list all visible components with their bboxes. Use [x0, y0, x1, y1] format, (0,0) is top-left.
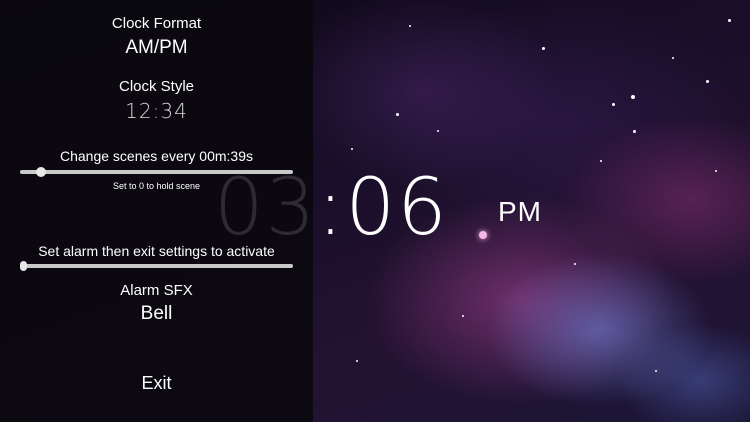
clock-style-value[interactable]: 12:34 — [0, 99, 313, 123]
star — [715, 170, 717, 172]
star — [437, 130, 439, 132]
star — [356, 360, 358, 362]
alarm-slider-track — [20, 264, 293, 268]
star — [672, 57, 674, 59]
clock-minutes: 06 — [345, 163, 449, 253]
star — [600, 160, 602, 162]
alarm-slider-handle[interactable] — [20, 261, 27, 271]
clock-period: PM — [498, 196, 542, 227]
alarm-slider[interactable] — [20, 260, 293, 272]
clock-display: 03:06 — [214, 168, 449, 248]
scene-slider-track — [20, 170, 293, 174]
clock-separator: : — [317, 163, 346, 253]
alarm-sfx-value[interactable]: Bell — [0, 303, 313, 325]
alarm-sfx-label: Alarm SFX — [120, 282, 193, 299]
clock-format-label: Clock Format — [111, 15, 202, 32]
star — [574, 263, 576, 265]
star — [542, 47, 545, 50]
scene-interval-slider[interactable] — [20, 166, 293, 178]
star — [655, 370, 657, 372]
clock-format-value[interactable]: AM/PM — [0, 37, 313, 59]
scene-interval-label: Change scenes every 00m:39s — [60, 148, 253, 164]
scene-interval-hint: Set to 0 to hold scene — [112, 181, 201, 191]
exit-button[interactable]: Exit — [0, 373, 313, 394]
star — [612, 103, 615, 106]
star — [706, 80, 709, 83]
star — [409, 25, 411, 27]
star — [396, 113, 399, 116]
star — [479, 231, 487, 239]
star — [351, 148, 353, 150]
scene-slider-handle[interactable] — [36, 167, 46, 177]
star — [728, 19, 731, 22]
star — [631, 95, 635, 99]
star — [462, 315, 464, 317]
alarm-label: Set alarm then exit settings to activate — [38, 243, 275, 259]
star — [633, 130, 636, 133]
clock-style-label: Clock Style — [118, 78, 195, 95]
